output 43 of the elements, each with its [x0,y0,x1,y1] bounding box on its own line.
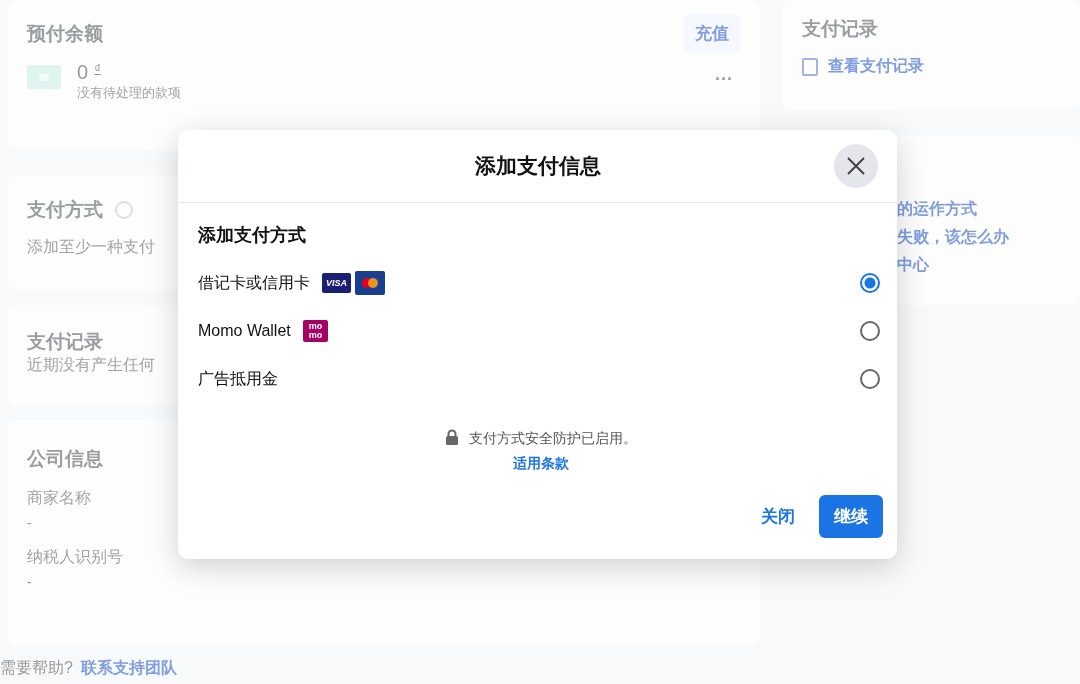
field-value: - [27,515,33,531]
top-up-button[interactable]: 充值 [683,14,741,53]
help-link[interactable]: 失败，该怎么办 [897,227,1009,247]
payment-option[interactable]: 借记卡或信用卡 VISA [198,259,883,307]
dialog-title: 添加支付信息 [474,153,601,179]
radio-button[interactable] [860,273,880,293]
more-button[interactable]: ··· [707,69,741,90]
help-link[interactable]: 的运作方式 [897,199,1009,219]
payment-option[interactable]: 广告抵用金 [198,355,883,403]
option-label: 广告抵用金 [198,368,278,389]
card-description: 添加至少一种支付 [27,237,156,257]
balance-note: 没有待处理的款项 [77,84,182,102]
radio-button[interactable] [860,321,880,341]
payment-history-link[interactable]: 查看支付记录 [802,56,924,77]
field-label: 商家名称 [27,488,91,508]
close-text-button[interactable]: 关闭 [757,497,799,536]
momo-badge: mo mo [302,320,329,342]
card-title: 公司信息 [27,447,103,471]
close-icon [846,156,866,176]
receipt-icon [802,57,818,76]
option-label: Momo Wallet [198,322,291,340]
support-link[interactable]: 联系支持团队 [80,658,177,679]
balance-amount: 0 [77,61,89,84]
terms-link[interactable]: 适用条款 [512,455,569,473]
card-title: 支付记录 [27,330,103,354]
radio-button[interactable] [860,369,880,389]
continue-button[interactable]: 继续 [819,495,883,538]
card-title: 支付方式 [27,198,103,222]
currency-symbol: ₫ [94,61,101,76]
mastercard-icon [355,271,385,295]
card-title: 支付记录 [802,17,878,41]
close-button[interactable] [834,144,878,188]
payment-option[interactable]: Momo Wallet mo mo [198,307,883,355]
visa-badge: VISA [322,273,351,293]
section-heading: 添加支付方式 [198,224,307,247]
security-note: 支付方式安全防护已启用。 [468,430,637,448]
card-title: 预付余额 [27,21,103,46]
field-value: - [27,574,33,590]
option-label: 借记卡或信用卡 [198,272,310,293]
field-label: 纳税人识别号 [27,547,123,567]
help-text: 需要帮助? [0,658,73,678]
card-description: 近期没有产生任何 [27,355,156,375]
help-link[interactable]: 中心 [897,255,1009,275]
